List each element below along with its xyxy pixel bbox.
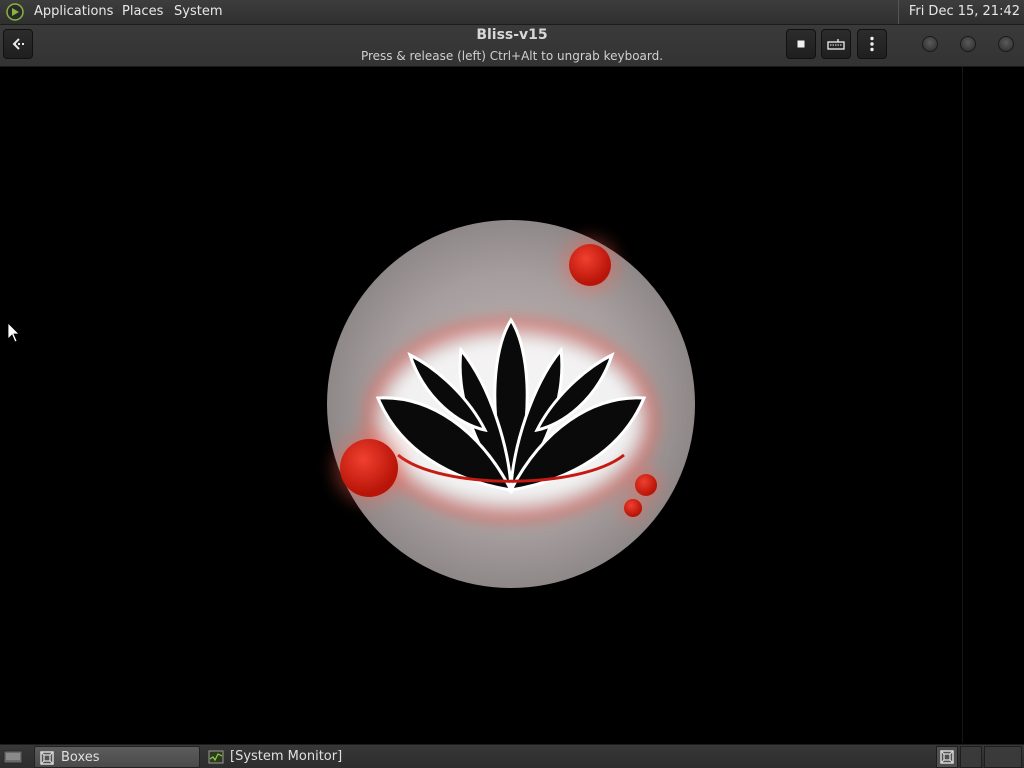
boxes-icon	[940, 750, 954, 764]
mate-logo-icon[interactable]	[6, 3, 24, 21]
workspace-2[interactable]	[960, 746, 982, 768]
desktop: Applications Places System Fri Dec 15, 2…	[0, 0, 1024, 768]
boxes-icon	[40, 751, 54, 765]
taskbar-item-label: [System Monitor]	[230, 749, 343, 764]
close-icon[interactable]	[998, 36, 1014, 52]
vm-display[interactable]	[0, 67, 1024, 743]
clock-applet[interactable]: Fri Dec 15, 21:42	[897, 0, 1024, 24]
bottom-panel: Boxes [System Monitor]	[0, 744, 1024, 768]
maximize-icon[interactable]	[960, 36, 976, 52]
mouse-pointer-icon	[7, 322, 20, 343]
taskbar-item-system-monitor[interactable]: [System Monitor]	[204, 746, 404, 768]
stop-button[interactable]	[786, 29, 816, 59]
places-menu[interactable]: Places	[122, 0, 163, 24]
keyboard-shortcuts-button[interactable]	[821, 29, 851, 59]
keyboard-icon	[827, 39, 845, 50]
top-panel: Applications Places System Fri Dec 15, 2…	[0, 0, 1024, 25]
clock-text: Fri Dec 15, 21:42	[908, 4, 1020, 19]
boxes-header-bar: Bliss-v15 Press & release (left) Ctrl+Al…	[0, 25, 1024, 67]
applications-menu[interactable]: Applications	[34, 0, 113, 24]
workspace-3[interactable]	[984, 746, 1022, 768]
workspace-switcher[interactable]	[936, 746, 958, 768]
taskbar-item-boxes[interactable]: Boxes	[34, 746, 200, 768]
minimize-icon[interactable]	[922, 36, 938, 52]
system-monitor-icon	[208, 750, 224, 764]
show-desktop-icon[interactable]	[3, 749, 23, 765]
more-vert-icon	[870, 36, 874, 52]
bliss-os-boot-logo	[7, 220, 695, 588]
stop-icon	[797, 40, 805, 48]
vm-display-edge	[962, 67, 963, 743]
menu-button[interactable]	[857, 29, 887, 59]
system-menu[interactable]: System	[174, 0, 222, 24]
taskbar-item-label: Boxes	[61, 750, 100, 765]
